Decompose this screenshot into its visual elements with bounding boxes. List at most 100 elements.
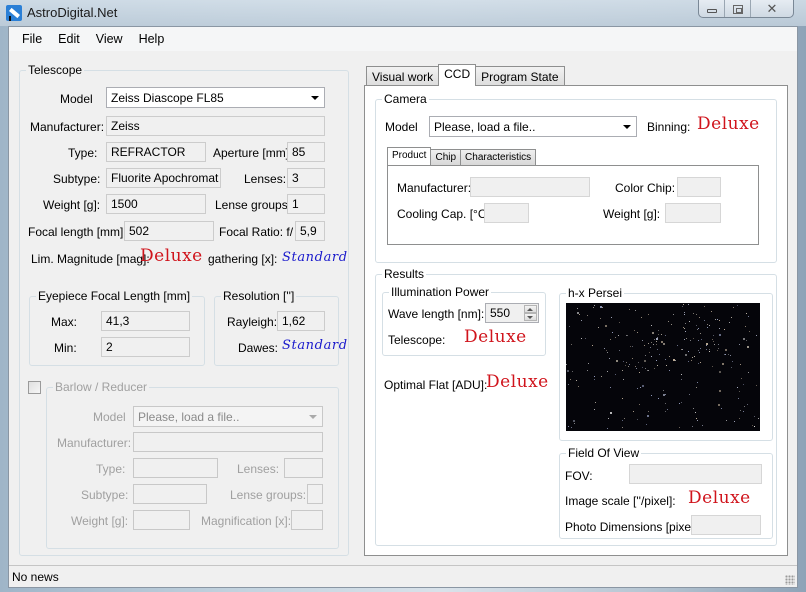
- illumination-group-label: Illumination Power: [389, 285, 492, 299]
- star-dot: [684, 354, 687, 357]
- star-dot: [627, 335, 629, 337]
- rayleigh-label: Rayleigh:: [227, 315, 278, 329]
- star-dot: [623, 378, 625, 380]
- spin-down-icon[interactable]: [524, 313, 537, 321]
- dawes-value: Standard: [282, 338, 348, 353]
- star-dot: [711, 338, 713, 340]
- star-dot: [700, 333, 702, 335]
- tab-visual-work[interactable]: Visual work: [366, 66, 440, 86]
- star-dot: [621, 419, 623, 421]
- close-button[interactable]: ✕: [751, 0, 793, 17]
- star-dot: [602, 307, 604, 309]
- title-bar[interactable]: AstroDigital.Net ✕: [0, 0, 806, 26]
- minimize-button[interactable]: [699, 0, 725, 17]
- star-dot: [650, 325, 652, 327]
- binning-label: Binning:: [647, 120, 691, 134]
- telescope-model-select[interactable]: Zeiss Diascope FL85: [106, 87, 325, 108]
- tab-ccd[interactable]: CCD: [438, 64, 477, 86]
- lense-groups-label: Lense groups:: [215, 198, 292, 212]
- star-dot: [725, 348, 728, 351]
- star-dot: [694, 355, 696, 357]
- star-dot: [737, 386, 739, 388]
- star-dot: [695, 412, 696, 414]
- resize-grip-icon[interactable]: [785, 575, 795, 585]
- barlow-model-placeholder: Please, load a file..: [138, 410, 240, 424]
- star-dot: [665, 364, 667, 366]
- star-dot: [664, 334, 666, 336]
- star-dot: [717, 344, 719, 346]
- star-dot: [566, 363, 568, 365]
- star-dot: [669, 369, 671, 371]
- weight-label: Weight [g]:: [43, 198, 101, 212]
- type-label: Type:: [68, 146, 98, 160]
- star-dot: [642, 384, 645, 387]
- maximize-button[interactable]: [725, 0, 751, 17]
- star-dot: [743, 337, 746, 340]
- cooling-cap-label: Cooling Cap. [°C]:: [397, 207, 494, 221]
- lim-magnitude-label: Lim. Magnitude [mag]:: [31, 252, 150, 266]
- wavelength-spinner[interactable]: 550: [485, 303, 539, 323]
- star-dot: [610, 317, 612, 319]
- optimal-flat-value: Deluxe: [486, 372, 549, 392]
- subtab-chip[interactable]: Chip: [430, 149, 462, 165]
- star-dot: [738, 390, 740, 392]
- star-dot: [758, 417, 760, 419]
- star-dot: [647, 415, 650, 418]
- menu-file[interactable]: File: [14, 27, 50, 51]
- star-dot: [594, 305, 596, 307]
- star-dot: [569, 378, 571, 380]
- barlow-checkbox[interactable]: [28, 381, 41, 394]
- star-dot: [696, 382, 698, 384]
- star-dot: [746, 339, 747, 341]
- menu-view[interactable]: View: [88, 27, 131, 51]
- star-dot: [651, 342, 653, 344]
- star-dot: [641, 367, 643, 369]
- barlow-lense-groups-field: [307, 484, 323, 504]
- star-dot: [684, 311, 686, 313]
- star-dot: [734, 420, 736, 422]
- menu-help[interactable]: Help: [131, 27, 173, 51]
- telescope-model-value: Zeiss Diascope FL85: [111, 91, 224, 105]
- camera-weight-field: [665, 203, 721, 223]
- camera-manufacturer-label: Manufacturer:: [397, 181, 472, 195]
- star-dot: [721, 407, 723, 409]
- star-dot: [629, 364, 631, 366]
- spin-up-icon[interactable]: [524, 305, 537, 313]
- gathering-label: gathering [x]:: [208, 252, 278, 266]
- star-dot: [607, 417, 609, 419]
- subtab-characteristics[interactable]: Characteristics: [460, 149, 537, 165]
- tab-program-state[interactable]: Program State: [475, 66, 565, 86]
- star-dot: [682, 326, 684, 328]
- star-dot: [692, 407, 694, 409]
- lenses-field: 3: [287, 168, 325, 188]
- star-dot: [738, 397, 739, 399]
- star-dot: [744, 326, 746, 328]
- menu-edit[interactable]: Edit: [50, 27, 88, 51]
- star-dot: [629, 346, 631, 348]
- resolution-group-label: Resolution ['']: [221, 289, 297, 303]
- star-dot: [704, 306, 706, 308]
- star-dot: [680, 374, 682, 375]
- chevron-down-icon: [311, 96, 319, 100]
- barlow-subtype-label: Subtype:: [81, 488, 129, 502]
- star-dot: [727, 353, 729, 355]
- star-dot: [628, 366, 630, 368]
- star-dot: [684, 331, 686, 332]
- camera-model-select[interactable]: Please, load a file..: [429, 116, 637, 137]
- subtab-product[interactable]: Product: [387, 147, 432, 165]
- type-field: REFRACTOR: [106, 142, 206, 162]
- star-dot: [619, 321, 621, 323]
- star-dot: [632, 410, 634, 412]
- star-dot: [721, 362, 724, 365]
- star-dot: [700, 339, 702, 341]
- star-dot: [665, 394, 667, 395]
- star-dot: [688, 350, 690, 352]
- photo-dimensions-field: [691, 515, 761, 535]
- star-dot: [622, 398, 624, 400]
- barlow-model-select[interactable]: Please, load a file..: [133, 406, 323, 427]
- chevron-down-icon: [309, 415, 317, 419]
- star-dot: [733, 307, 735, 309]
- star-dot: [656, 360, 658, 361]
- star-dot: [658, 333, 660, 335]
- star-dot: [643, 360, 646, 363]
